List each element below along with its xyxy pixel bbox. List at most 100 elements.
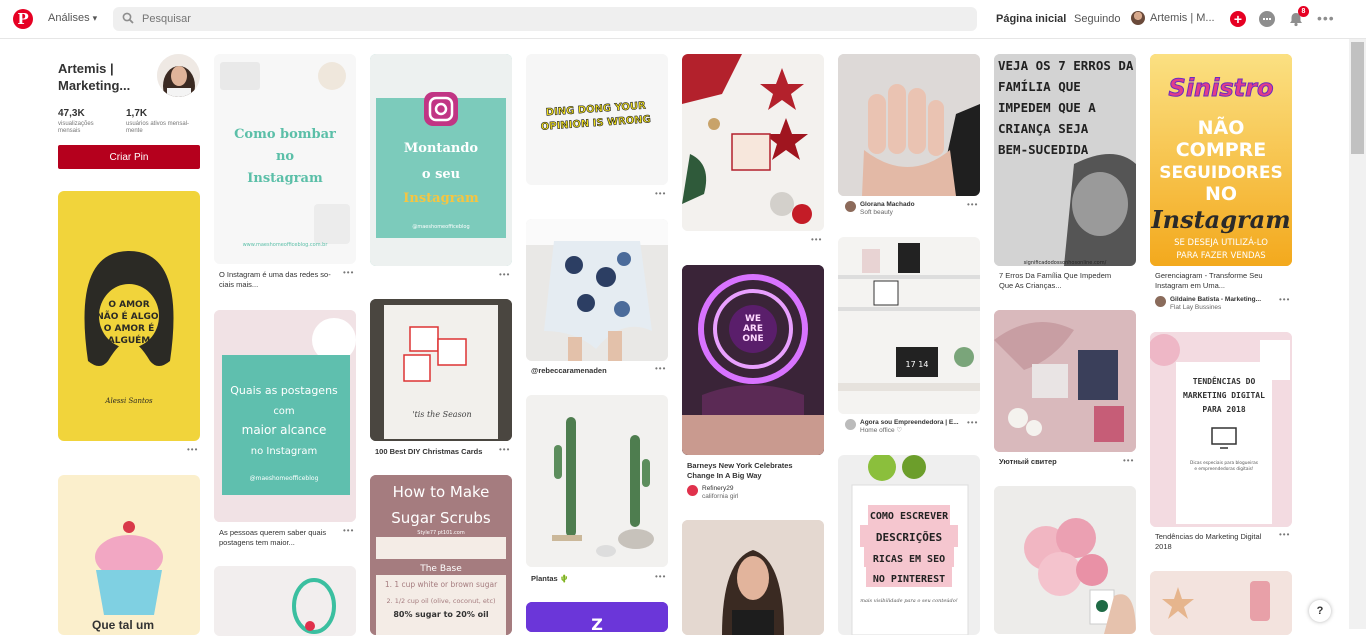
pin-caption[interactable]: 7 Erros Da Família Que Impedem Que As Cr… bbox=[999, 271, 1121, 291]
analytics-label[interactable]: Análises bbox=[48, 12, 90, 24]
pin-montando-instagram[interactable]: Montando o seu Instagram @maeshomeoffice… bbox=[370, 54, 512, 266]
credit-avatar bbox=[845, 419, 856, 430]
pin-text: Z bbox=[591, 615, 603, 632]
pin-handle: @maeshomeofficeblog bbox=[250, 475, 319, 482]
pin-tendencias-marketing[interactable]: TENDÊNCIAS DO MARKETING DIGITAL PARA 201… bbox=[1150, 332, 1292, 527]
pin-cupcake[interactable] bbox=[58, 475, 200, 635]
nav-profile-link[interactable]: Artemis | M... bbox=[1131, 11, 1215, 25]
credit-avatar bbox=[687, 485, 698, 496]
search-icon bbox=[122, 12, 134, 24]
pin-nails[interactable] bbox=[838, 54, 980, 196]
pin-text: PARA 2018 bbox=[1202, 405, 1246, 414]
pin-credit[interactable]: Gildaine Batista - Marketing... Flat Lay … bbox=[1155, 296, 1261, 312]
pin-text: 2. 1/2 cup oil (olive, coconut, etc) bbox=[386, 597, 495, 605]
pin-more-button[interactable]: ••• bbox=[1123, 456, 1134, 465]
pin-amor-quote[interactable]: O AMOR NÃO É ALGO, O AMOR É ALGUÉM Aless… bbox=[58, 191, 200, 441]
nav-home-link[interactable]: Página inicial bbox=[996, 13, 1066, 25]
pin-cactus[interactable] bbox=[526, 395, 668, 567]
pin-text: maior alcance bbox=[242, 423, 327, 437]
pin-peonies[interactable] bbox=[994, 486, 1136, 634]
pin-caption[interactable]: Gerenciagram - Transforme Seu Instagram … bbox=[1155, 271, 1277, 291]
pin-caption[interactable]: Уютный свитер bbox=[999, 457, 1121, 467]
pin-more-button[interactable]: ••• bbox=[967, 200, 978, 209]
credit-text: Agora sou Empreendedora | E... Home offic… bbox=[860, 419, 959, 435]
notification-badge: 8 bbox=[1298, 6, 1309, 17]
pin-neon-we-are-one[interactable]: WE ARE ONE bbox=[682, 265, 824, 455]
pin-seo-pinterest[interactable]: COMO ESCREVER DESCRIÇÕES RICAS EM SEO NO… bbox=[838, 455, 980, 635]
pin-more-button[interactable]: ••• bbox=[499, 270, 510, 279]
pinterest-logo-icon[interactable]: P bbox=[13, 9, 33, 29]
pin-more-button[interactable]: ••• bbox=[655, 364, 666, 373]
pin-sugar-scrubs[interactable]: How to Make Sugar Scrubs Style77 pt101.c… bbox=[370, 475, 512, 635]
pin-text: 80% sugar to 20% oil bbox=[393, 610, 489, 619]
pin-text: BEM-SUCEDIDA bbox=[998, 142, 1089, 157]
credit-sub: Soft beauty bbox=[860, 209, 893, 216]
help-button[interactable]: ? bbox=[1309, 600, 1331, 622]
signature: Alessi Santos bbox=[104, 397, 153, 405]
chat-icon[interactable] bbox=[1259, 11, 1275, 27]
pin-more-button[interactable]: ••• bbox=[655, 189, 666, 198]
pin-text: TENDÊNCIAS DO bbox=[1193, 375, 1256, 386]
stat-monthly-users: 1,7K usuários ativos mensal-mente bbox=[126, 108, 200, 135]
profile-name[interactable]: Artemis | Marketing... bbox=[58, 60, 153, 94]
pin-caption[interactable]: As pessoas querem saber quais postagens … bbox=[219, 528, 341, 548]
pin-caption[interactable]: @rebeccaramenaden bbox=[531, 366, 653, 376]
stat-monthly-views: 47,3K visualizações mensais bbox=[58, 108, 108, 135]
pin-more-button[interactable]: ••• bbox=[655, 572, 666, 581]
credit-name: Gildaine Batista - Marketing... bbox=[1170, 296, 1262, 303]
pin-credit[interactable]: Agora sou Empreendedora | E... Home offic… bbox=[845, 419, 959, 435]
profile-avatar[interactable] bbox=[157, 54, 200, 97]
pin-caption[interactable]: 100 Best DIY Christmas Cards bbox=[375, 447, 497, 457]
pin-more-button[interactable]: ••• bbox=[343, 268, 354, 277]
pin-ding-dong[interactable]: DING DONG YOUR OPINION IS WRONG bbox=[526, 54, 668, 185]
pin-more-button[interactable]: ••• bbox=[1279, 530, 1290, 539]
clock-text: 17 14 bbox=[906, 360, 929, 369]
pin-purple[interactable]: Z bbox=[526, 602, 668, 632]
pin-credit[interactable]: Refinery29 california girl bbox=[687, 485, 739, 501]
pin-hot-air-balloon[interactable] bbox=[214, 566, 356, 636]
pin-more-button[interactable]: ••• bbox=[967, 418, 978, 427]
credit-sub: Home office ♡ bbox=[860, 427, 902, 434]
pin-more-button[interactable]: ••• bbox=[1279, 295, 1290, 304]
pin-caption[interactable]: O Instagram é uma das redes so-ciais mai… bbox=[219, 270, 341, 290]
chevron-down-icon[interactable]: ▾ bbox=[93, 13, 98, 23]
more-options-icon[interactable]: ••• bbox=[1317, 10, 1337, 26]
create-pin-button[interactable]: Criar Pin bbox=[58, 145, 200, 169]
search-bar[interactable] bbox=[113, 7, 977, 31]
pin-7-erros[interactable]: VEJA OS 7 ERROS DA FAMÍLIA QUE IMPEDEM Q… bbox=[994, 54, 1136, 266]
credit-name: Refinery29 bbox=[702, 485, 734, 492]
nav-following-link[interactable]: Seguindo bbox=[1074, 13, 1121, 25]
pin-more-button[interactable]: ••• bbox=[499, 445, 510, 454]
credit-sub: Flat Lay Bussines bbox=[1170, 304, 1222, 311]
plus-icon[interactable]: + bbox=[1230, 11, 1246, 27]
pin-more-button[interactable]: ••• bbox=[811, 235, 822, 244]
pin-more-button[interactable]: ••• bbox=[187, 445, 198, 454]
pin-text: Sinistro bbox=[1169, 74, 1274, 102]
credit-text: Gildaine Batista - Marketing... Flat Lay … bbox=[1170, 296, 1261, 312]
credit-sub-text: Home office bbox=[860, 427, 895, 434]
pin-more-button[interactable]: ••• bbox=[343, 526, 354, 535]
pin-makeup[interactable] bbox=[1150, 571, 1292, 635]
pin-text: NO PINTEREST bbox=[873, 574, 945, 585]
pin-text: Quais as postagens bbox=[230, 384, 338, 397]
pin-skirt[interactable] bbox=[526, 219, 668, 361]
pin-home-office[interactable]: 17 14 bbox=[838, 237, 980, 414]
pin-cozy-sweater[interactable] bbox=[994, 310, 1136, 452]
analytics-menu[interactable]: Análises ▾ bbox=[48, 12, 97, 24]
pin-christmas-card[interactable]: 'tis the Season bbox=[370, 299, 512, 441]
pin-caption[interactable]: Plantas 🌵 bbox=[531, 574, 653, 584]
pin-nao-compre-seguidores[interactable]: Sinistro NÃO COMPRE SEGUIDORES NO Instag… bbox=[1150, 54, 1292, 266]
pin-text: SEGUIDORES bbox=[1159, 163, 1282, 183]
search-input[interactable] bbox=[142, 7, 942, 31]
pin-portrait[interactable] bbox=[682, 520, 824, 635]
pin-caption[interactable]: Barneys New York Celebrates Change In A … bbox=[687, 461, 809, 481]
avatar bbox=[1131, 11, 1145, 25]
quote-line-2: NÃO É ALGO, bbox=[96, 310, 162, 322]
pin-credit[interactable]: Glorana Machado Soft beauty bbox=[845, 201, 915, 217]
pin-como-bombar[interactable]: Como bombar no Instagram www.maeshomeoff… bbox=[214, 54, 356, 264]
pin-text: Instagram bbox=[247, 171, 323, 186]
pin-quais-postagens[interactable]: Quais as postagens com maior alcance no … bbox=[214, 310, 356, 522]
pin-christmas-flatlay[interactable] bbox=[682, 54, 824, 231]
scrollbar-thumb[interactable] bbox=[1351, 42, 1364, 154]
pin-caption[interactable]: Tendências do Marketing Digital 2018 bbox=[1155, 532, 1277, 552]
